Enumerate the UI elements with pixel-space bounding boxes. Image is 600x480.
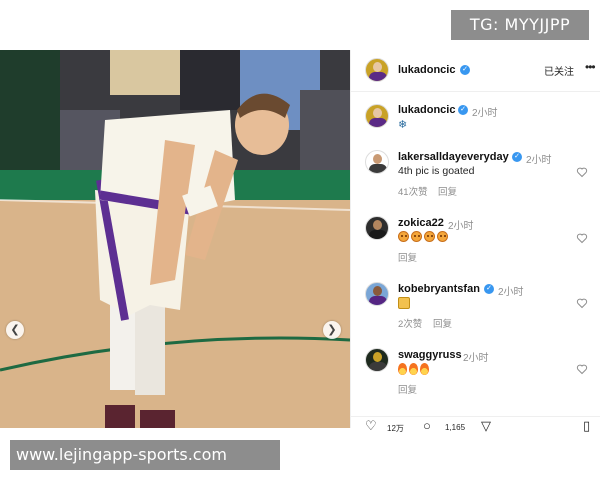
- comment-time: 2小时: [448, 221, 474, 232]
- post-action-bar: ♡ 12万 ○ 1,165 ▽ ▯: [351, 416, 600, 433]
- bookmark-icon[interactable]: ▯: [583, 419, 590, 432]
- comment-time: 2小时: [498, 287, 524, 298]
- caption-avatar[interactable]: [365, 104, 389, 128]
- watermark-bottom: www.lejingapp-sports.com: [10, 440, 280, 470]
- snowflake-emoji: ❄: [398, 119, 408, 131]
- post-side-panel: lukadoncic ✓ 已关注 ••• lukadoncic ✓ 2小时 ❄ …: [350, 50, 600, 433]
- more-options-icon[interactable]: •••: [585, 60, 596, 74]
- fire-emoji: [398, 363, 407, 375]
- caption-time: 2小时: [472, 108, 498, 119]
- reply-button[interactable]: 回复: [438, 184, 457, 198]
- like-heart-icon[interactable]: [576, 166, 588, 178]
- commenter-avatar[interactable]: [365, 348, 389, 372]
- raised-hands-emoji: [398, 297, 410, 309]
- heart-eyes-emoji: [398, 231, 409, 242]
- fire-emoji-row: [398, 363, 429, 375]
- reply-button[interactable]: 回复: [398, 382, 417, 396]
- carousel-next-button[interactable]: ❯: [323, 321, 341, 339]
- like-heart-icon[interactable]: [576, 363, 588, 375]
- caption-username[interactable]: lukadoncic: [398, 104, 455, 116]
- heart-eyes-emoji: [411, 231, 422, 242]
- heart-eyes-emoji-row: [398, 231, 448, 242]
- heart-eyes-emoji: [424, 231, 435, 242]
- reply-button[interactable]: 回复: [398, 250, 417, 264]
- comment-username[interactable]: kobebryantsfan: [398, 283, 480, 295]
- commenter-avatar[interactable]: [365, 282, 389, 306]
- heart-eyes-emoji: [437, 231, 448, 242]
- comment-username[interactable]: swaggyruss: [398, 349, 462, 361]
- post-header: lukadoncic ✓ 已关注 •••: [351, 50, 600, 92]
- comment-time: 2小时: [526, 155, 552, 166]
- commenter-avatar[interactable]: [365, 216, 389, 240]
- verified-icon: ✓: [512, 152, 522, 162]
- like-heart-icon[interactable]: [576, 232, 588, 244]
- comment-text: 4th pic is goated: [398, 165, 475, 177]
- verified-icon: ✓: [458, 105, 468, 115]
- carousel-prev-button[interactable]: ❮: [6, 321, 24, 339]
- fire-emoji: [409, 363, 418, 375]
- comment-likes[interactable]: 41次赞: [398, 184, 428, 198]
- author-username[interactable]: lukadoncic: [398, 64, 455, 76]
- fire-emoji: [420, 363, 429, 375]
- comment-time: 2小时: [463, 353, 489, 364]
- comment-username[interactable]: zokica22: [398, 217, 444, 229]
- like-heart-icon[interactable]: [576, 297, 588, 309]
- commenter-avatar[interactable]: [365, 150, 389, 174]
- author-avatar[interactable]: [365, 58, 389, 82]
- reply-button[interactable]: 回复: [433, 316, 452, 330]
- share-icon[interactable]: ▽: [481, 419, 491, 432]
- like-heart-icon[interactable]: ♡: [365, 419, 377, 432]
- basketball-player-photo: [0, 50, 350, 428]
- likes-count: 12万: [387, 424, 404, 433]
- post-photo[interactable]: ❮ ❯: [0, 50, 350, 428]
- comments-count: 1,165: [445, 423, 466, 432]
- watermark-top: TG: MYYJJPP: [451, 10, 589, 40]
- verified-icon: ✓: [484, 284, 494, 294]
- comment-bubble-icon[interactable]: ○: [423, 419, 431, 432]
- following-button[interactable]: 已关注: [544, 63, 574, 78]
- verified-icon: ✓: [460, 65, 470, 75]
- comment-username[interactable]: lakersalldayeveryday: [398, 151, 509, 163]
- comment-likes[interactable]: 2次赞: [398, 316, 422, 330]
